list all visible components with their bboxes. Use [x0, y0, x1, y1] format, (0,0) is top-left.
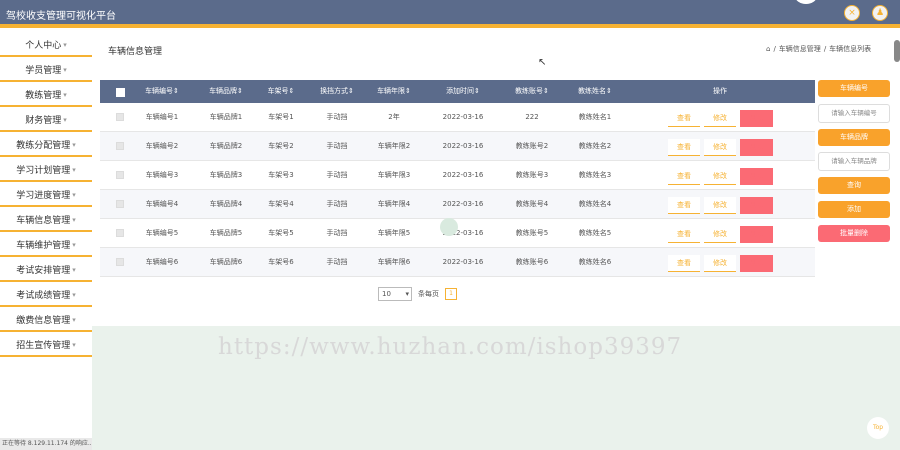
delete-button[interactable]: 删除 [740, 255, 773, 272]
row-checkbox[interactable] [116, 113, 124, 121]
edit-button[interactable]: 修改 [704, 255, 736, 272]
col-vehicle-no[interactable]: 车辆编号⇕ [145, 80, 179, 103]
batch-delete-button[interactable]: 批量删除 [818, 225, 890, 242]
back-to-top-button[interactable]: Top [867, 417, 889, 439]
breadcrumb-level2: 车辆信息列表 [829, 45, 872, 53]
avatar-overflow [795, 0, 817, 4]
table-row: 车辆编号4 车辆品牌4 车架号4 手动挡 车辆年限4 2022-03-16 教练… [100, 190, 815, 219]
edit-button[interactable]: 修改 [704, 226, 736, 243]
per-page-label: 条每页 [418, 290, 439, 298]
mouse-cursor-icon: ↖ [538, 57, 547, 68]
view-button[interactable]: 查看 [668, 197, 700, 214]
edit-button[interactable]: 修改 [704, 139, 736, 156]
app-title: 驾校收支管理可视化平台 [6, 11, 116, 22]
view-button[interactable]: 查看 [668, 226, 700, 243]
edit-button[interactable]: 修改 [704, 168, 736, 185]
delete-button[interactable]: 删除 [740, 226, 773, 243]
col-actions: 操作 [713, 87, 727, 95]
table-row: 车辆编号1 车辆品牌1 车架号1 手动挡 2年 2022-03-16 222 教… [100, 103, 815, 132]
sidebar: 个人中心 ▾ 学员管理 ▾ 教练管理 ▾ 财务管理 ▾ 教练分配管理 ▾ 学习计划管理 ▾ … [0, 32, 92, 450]
sidebar-item-vehicle-maintenance[interactable]: 车辆维护管理 ▾ [0, 234, 92, 257]
user-icon[interactable]: ♟ [872, 5, 888, 21]
chevron-down-icon: ▾ [72, 215, 76, 224]
view-button[interactable]: 查看 [668, 255, 700, 272]
chevron-down-icon: ▾ [63, 40, 67, 49]
chevron-down-icon: ▾ [63, 65, 67, 74]
pagination: 10 条每页 1 [378, 287, 457, 301]
add-button[interactable]: 添加 [818, 201, 890, 218]
edit-button[interactable]: 修改 [704, 110, 736, 127]
page-title: 车辆信息管理 [108, 47, 163, 57]
close-icon[interactable]: × [844, 5, 860, 21]
search-button[interactable]: 查询 [818, 177, 890, 194]
chevron-down-icon: ▾ [72, 165, 76, 174]
delete-button[interactable]: 删除 [740, 197, 773, 214]
col-frame-no[interactable]: 车架号⇕ [268, 80, 295, 103]
watermark-text: https://www.huzhan.com/ishop39397 [218, 334, 683, 360]
row-checkbox[interactable] [116, 229, 124, 237]
home-icon[interactable]: ⌂ [766, 45, 770, 53]
table-row: 车辆编号3 车辆品牌3 车架号3 手动挡 车辆年限3 2022-03-16 教练… [100, 161, 815, 190]
table-row: 车辆编号2 车辆品牌2 车架号2 手动挡 车辆年限2 2022-03-16 教练… [100, 132, 815, 161]
scrollbar-thumb[interactable] [894, 40, 900, 62]
col-brand[interactable]: 车辆品牌⇕ [209, 80, 243, 103]
view-button[interactable]: 查看 [668, 168, 700, 185]
sidebar-item-exam-score[interactable]: 考试成绩管理 ▾ [0, 284, 92, 307]
chevron-down-icon: ▾ [72, 190, 76, 199]
sidebar-item-coach[interactable]: 教练管理 ▾ [0, 84, 92, 107]
view-button[interactable]: 查看 [668, 139, 700, 156]
col-gear[interactable]: 换挡方式⇕ [320, 80, 354, 103]
sidebar-item-student[interactable]: 学员管理 ▾ [0, 59, 92, 82]
chevron-down-icon: ▾ [72, 315, 76, 324]
row-checkbox[interactable] [116, 258, 124, 266]
delete-button[interactable]: 删除 [740, 110, 773, 127]
brand-input[interactable]: 请输入车辆品牌 [818, 152, 890, 171]
edit-button[interactable]: 修改 [704, 197, 736, 214]
select-all-checkbox[interactable] [116, 88, 125, 97]
col-years[interactable]: 车辆年限⇕ [377, 80, 411, 103]
page-button-current[interactable]: 1 [445, 288, 457, 300]
table-row: 车辆编号6 车辆品牌6 车架号6 手动挡 车辆年限6 2022-03-16 教练… [100, 248, 815, 277]
sidebar-item-vehicle-info[interactable]: 车辆信息管理 ▾ [0, 209, 92, 232]
chevron-down-icon: ▾ [72, 140, 76, 149]
vehicle-table: 车辆编号⇕ 车辆品牌⇕ 车架号⇕ 换挡方式⇕ 车辆年限⇕ 添加时间⇕ 教练账号⇕… [100, 80, 815, 277]
sidebar-item-payment[interactable]: 缴费信息管理 ▾ [0, 309, 92, 332]
breadcrumb-level1[interactable]: 车辆信息管理 [779, 44, 821, 54]
sidebar-item-finance[interactable]: 财务管理 ▾ [0, 109, 92, 132]
sidebar-item-enrollment[interactable]: 招生宣传管理 ▾ [0, 334, 92, 357]
chevron-down-icon: ▾ [72, 265, 76, 274]
chevron-down-icon: ▾ [72, 290, 76, 299]
col-coach-account[interactable]: 教练账号⇕ [515, 80, 549, 103]
chevron-down-icon: ▾ [63, 115, 67, 124]
col-coach-name[interactable]: 教练姓名⇕ [578, 80, 612, 103]
vehicle-no-input[interactable]: 请输入车辆编号 [818, 104, 890, 123]
top-header: 驾校收支管理可视化平台 × ♟ [0, 0, 900, 28]
delete-button[interactable]: 删除 [740, 139, 773, 156]
view-button[interactable]: 查看 [668, 110, 700, 127]
sidebar-item-personal-center[interactable]: 个人中心 ▾ [0, 34, 92, 57]
chevron-down-icon: ▾ [72, 340, 76, 349]
chevron-down-icon: ▾ [63, 90, 67, 99]
delete-button[interactable]: 删除 [740, 168, 773, 185]
sidebar-item-study-plan[interactable]: 学习计划管理 ▾ [0, 159, 92, 182]
brand-label: 车辆品牌 [818, 129, 890, 146]
table-header: 车辆编号⇕ 车辆品牌⇕ 车架号⇕ 换挡方式⇕ 车辆年限⇕ 添加时间⇕ 教练账号⇕… [100, 80, 815, 103]
sidebar-item-exam-schedule[interactable]: 考试安排管理 ▾ [0, 259, 92, 282]
col-added-time[interactable]: 添加时间⇕ [446, 80, 480, 103]
row-checkbox[interactable] [116, 171, 124, 179]
row-checkbox[interactable] [116, 200, 124, 208]
vehicle-no-label: 车辆编号 [818, 80, 890, 97]
breadcrumb: ⌂ / 车辆信息管理 / 车辆信息列表 [766, 44, 872, 54]
sidebar-item-coach-assign[interactable]: 教练分配管理 ▾ [0, 134, 92, 157]
page-size-select[interactable]: 10 [378, 287, 412, 301]
click-ripple [440, 218, 458, 236]
row-checkbox[interactable] [116, 142, 124, 150]
sidebar-item-study-progress[interactable]: 学习进度管理 ▾ [0, 184, 92, 207]
chevron-down-icon: ▾ [72, 240, 76, 249]
